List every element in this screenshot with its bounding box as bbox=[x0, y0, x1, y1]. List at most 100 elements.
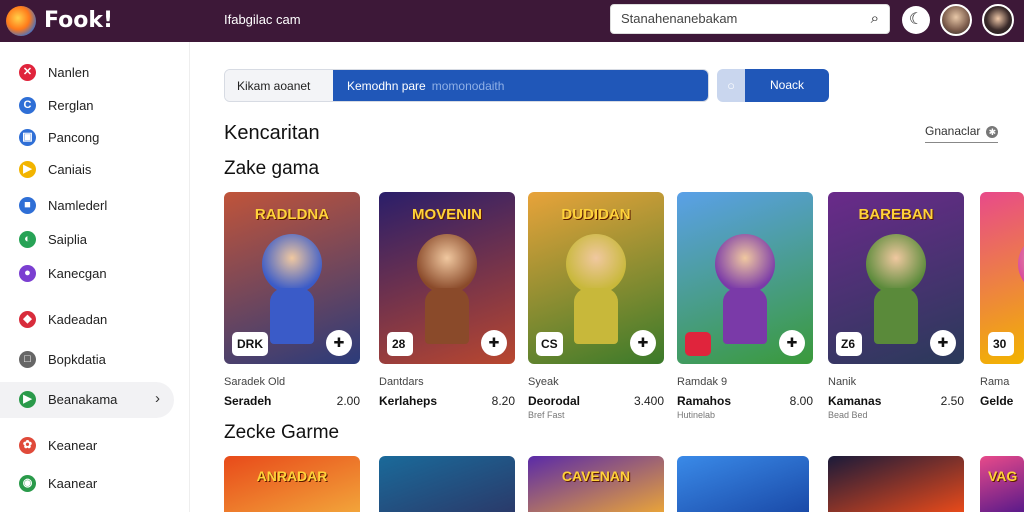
game-name: Deorodal bbox=[528, 394, 581, 408]
search-input[interactable]: Stanahenanebakam ⌕ bbox=[610, 4, 890, 34]
game-card[interactable]: VAG bbox=[980, 456, 1024, 512]
add-icon[interactable]: ✚ bbox=[930, 330, 956, 356]
rating-badge: DRK bbox=[232, 332, 268, 356]
character-head bbox=[566, 234, 626, 294]
store-icon: ▶ bbox=[19, 391, 36, 408]
sidebar-item[interactable]: ◐ Saiplia bbox=[0, 222, 174, 258]
sidebar-item[interactable]: ✿ Keanear bbox=[0, 428, 174, 464]
sidebar-item[interactable]: ▶ Caniais bbox=[0, 152, 174, 188]
game-thumbnail[interactable]: DUDIDAN CS ✚ bbox=[528, 192, 664, 364]
sidebar-item[interactable]: ◆ Kadeadan bbox=[0, 302, 174, 338]
tab-right[interactable]: Kemodhn pare momonodaith bbox=[333, 70, 708, 101]
sidebar-item-label: Pancong bbox=[48, 130, 100, 145]
game-thumbnail[interactable]: 30 bbox=[980, 192, 1024, 364]
search-placeholder: Stanahenanebakam bbox=[621, 11, 738, 26]
tab-left[interactable]: Kikam aoanet bbox=[225, 70, 333, 101]
top-bar: Fook! Ifabgilac cam Stanahenanebakam ⌕ ☾ bbox=[0, 0, 1024, 42]
square-icon: □ bbox=[19, 351, 36, 368]
sidebar-item-label: Kanecgan bbox=[48, 266, 107, 281]
game-card[interactable]: ANRADAR bbox=[224, 456, 360, 512]
sidebar-item[interactable]: ▶ Beanakama › bbox=[0, 382, 174, 418]
game-price: 2.00 bbox=[336, 394, 360, 408]
add-icon[interactable]: ✚ bbox=[326, 330, 352, 356]
moon-icon[interactable]: ☾ bbox=[902, 6, 930, 34]
game-logo-text: MOVENIN bbox=[411, 206, 482, 223]
game-price: 3.400 bbox=[633, 394, 664, 408]
swirl-icon: ◐ bbox=[19, 231, 36, 248]
game-price: 8.20 bbox=[491, 394, 515, 408]
puzzle-icon: ✿ bbox=[19, 437, 36, 454]
game-logo-text: VAG bbox=[988, 468, 1018, 484]
play-icon: ▶ bbox=[19, 161, 36, 178]
filter-label: Gnanaclar bbox=[925, 124, 981, 138]
refresh-icon[interactable]: ○ bbox=[717, 69, 745, 102]
shield-icon: ◆ bbox=[19, 311, 36, 328]
game-logo-text: ANRADAR bbox=[256, 468, 328, 484]
chevron-right-icon: › bbox=[155, 390, 160, 407]
character-head bbox=[262, 234, 322, 294]
tab-right-placeholder: momonodaith bbox=[431, 79, 505, 93]
game-meta: Bead Bed bbox=[828, 410, 868, 420]
logo-icon[interactable] bbox=[6, 6, 36, 36]
character-head bbox=[715, 234, 775, 294]
sidebar-item-label: Namlederl bbox=[48, 198, 108, 213]
game-thumbnail[interactable]: RADLDNA DRK ✚ bbox=[224, 192, 360, 364]
game-thumbnail[interactable]: BAREBAN Z6 ✚ bbox=[828, 192, 964, 364]
brand-name[interactable]: Fook! bbox=[44, 8, 113, 33]
game-logo-text: RADLDNA bbox=[254, 206, 330, 223]
sidebar: ✕ Nanlen C Rerglan ▣ Pancong ▶ Caniais ■ Namleder… bbox=[0, 42, 190, 512]
game-logo-text: BAREBAN bbox=[858, 206, 934, 223]
game-card[interactable]: CAVENAN bbox=[528, 456, 664, 512]
tab-bar: Kikam aoanet Kemodhn pare momonodaith bbox=[224, 69, 709, 102]
game-card[interactable] bbox=[828, 456, 964, 512]
c-icon: C bbox=[19, 97, 36, 114]
game-meta: Bref Fast bbox=[528, 410, 565, 420]
rating-badge: 28 bbox=[387, 332, 413, 356]
game-subtitle: Dantdars bbox=[379, 376, 424, 388]
sidebar-item[interactable]: ● Kanecgan bbox=[0, 256, 174, 292]
filter-dropdown[interactable]: Gnanaclar ✱ bbox=[925, 124, 999, 143]
row-title-2: Zecke Garme bbox=[224, 422, 340, 443]
game-card[interactable] bbox=[677, 456, 809, 512]
game-name: Kamanas bbox=[828, 394, 882, 408]
game-subtitle: Syeak bbox=[528, 376, 559, 388]
sidebar-item[interactable]: C Rerglan bbox=[0, 88, 174, 124]
avatar-2[interactable] bbox=[982, 4, 1014, 36]
sidebar-item[interactable]: ✕ Nanlen bbox=[0, 55, 174, 91]
tab-right-label: Kemodhn pare bbox=[347, 79, 426, 93]
game-name: Kerlaheps bbox=[379, 394, 438, 408]
add-icon[interactable]: ✚ bbox=[779, 330, 805, 356]
game-logo-text: CAVENAN bbox=[561, 468, 631, 484]
sidebar-item[interactable]: □ Bopkdatia bbox=[0, 342, 174, 378]
breadcrumb[interactable]: Ifabgilac cam bbox=[224, 12, 301, 27]
add-icon[interactable]: ✚ bbox=[630, 330, 656, 356]
game-price: 2.50 bbox=[940, 394, 964, 408]
character-body bbox=[723, 288, 767, 344]
box-icon: ■ bbox=[19, 197, 36, 214]
rating-badge: CS bbox=[536, 332, 563, 356]
search-button[interactable]: Noack bbox=[745, 69, 829, 102]
avatar[interactable] bbox=[940, 4, 972, 36]
game-thumbnail[interactable]: ✚ bbox=[677, 192, 813, 364]
game-subtitle: Saradek Old bbox=[224, 376, 286, 388]
sidebar-item-label: Caniais bbox=[48, 162, 92, 177]
game-thumbnail[interactable]: MOVENIN 28 ✚ bbox=[379, 192, 515, 364]
sidebar-item-label: Nanlen bbox=[48, 65, 90, 80]
game-card[interactable] bbox=[379, 456, 515, 512]
rating-badge: 30 bbox=[988, 332, 1014, 356]
grid-icon: ▣ bbox=[19, 129, 36, 146]
rating-badge bbox=[685, 332, 711, 356]
sidebar-item-label: Kaanear bbox=[48, 476, 98, 491]
row-title: Zake gama bbox=[224, 158, 320, 179]
character-head bbox=[417, 234, 477, 294]
game-subtitle: Rama bbox=[980, 376, 1010, 388]
sidebar-item[interactable]: ▣ Pancong bbox=[0, 120, 174, 156]
sidebar-item[interactable]: ■ Namlederl bbox=[0, 188, 174, 224]
sidebar-item[interactable]: ◉ Kaanear bbox=[0, 466, 174, 502]
character-head bbox=[1018, 234, 1024, 294]
add-icon[interactable]: ✚ bbox=[481, 330, 507, 356]
sidebar-item-label: Beanakama bbox=[48, 392, 118, 407]
sidebar-item-label: Kadeadan bbox=[48, 312, 108, 327]
game-name: Seradeh bbox=[224, 394, 272, 408]
search-icon[interactable]: ⌕ bbox=[871, 10, 879, 27]
